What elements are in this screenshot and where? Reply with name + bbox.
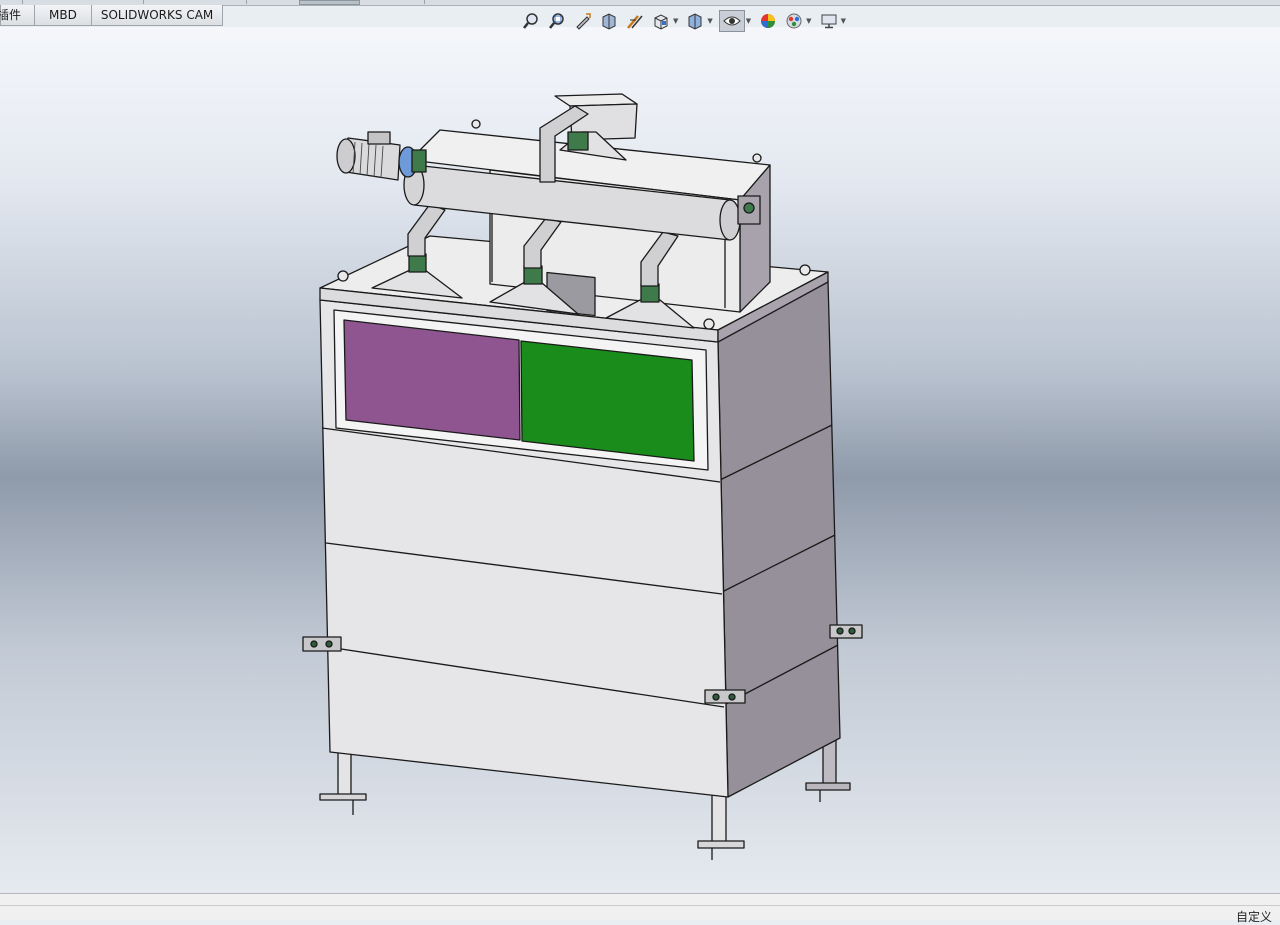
cabinet-side-face[interactable] [717, 279, 841, 798]
status-bar: 自定义 [0, 893, 1280, 924]
hood-eye-2[interactable] [752, 153, 762, 163]
clamp-right[interactable] [829, 624, 863, 639]
lifting-eye-right[interactable] [799, 264, 811, 276]
leg-front-right[interactable] [697, 794, 745, 860]
lifting-eye-left[interactable] [337, 270, 349, 282]
leg-front-left[interactable] [319, 747, 367, 815]
panel-purple[interactable] [343, 319, 521, 441]
lifting-eye-front[interactable] [703, 318, 715, 330]
cabinet-3d-model[interactable] [0, 0, 1280, 919]
panel-green[interactable] [520, 340, 695, 462]
motor[interactable] [336, 131, 427, 181]
clamp-middle[interactable] [704, 689, 746, 704]
clamp-left[interactable] [302, 636, 342, 652]
status-units-text[interactable]: 自定义 [1236, 908, 1272, 925]
hood-eye-1[interactable] [471, 119, 481, 129]
status-divider [0, 905, 1280, 906]
